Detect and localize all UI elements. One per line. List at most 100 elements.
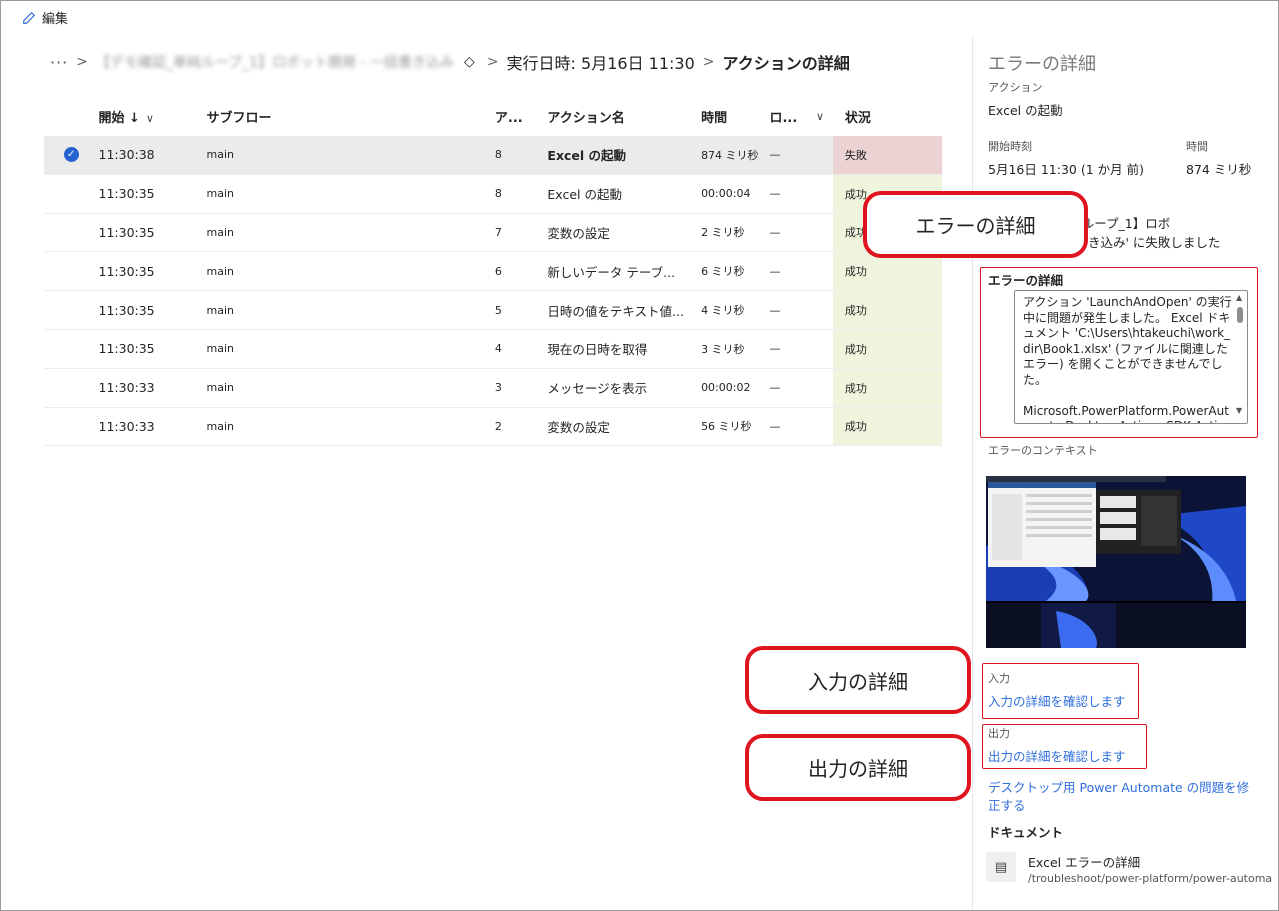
cell-action-no: 5 <box>494 303 502 317</box>
cell-action-no: 3 <box>494 381 502 395</box>
cell-action-name: 新しいデータ テーブ... <box>547 264 676 280</box>
cell-start: 11:30:35 <box>98 341 155 357</box>
error-details-panel: エラーの詳細 アクション Excel の起動 開始時刻 5月16日 11:30 … <box>972 36 1278 909</box>
cell-subflow: main <box>206 303 234 317</box>
cell-action-no: 2 <box>494 419 502 433</box>
cell-log: — <box>769 419 781 433</box>
cell-subflow: main <box>206 381 234 395</box>
header-action-name[interactable]: アクション名 <box>547 107 701 126</box>
header-duration[interactable]: 時間 <box>701 107 769 126</box>
table-row[interactable]: 11:30:35 main 5 日時の値をテキスト値... 4 ミリ秒 — 成功 <box>44 291 942 330</box>
cell-log: — <box>769 225 781 239</box>
table-row[interactable]: 11:30:35 main 6 新しいデータ テーブ... 6 ミリ秒 — 成功 <box>44 252 942 292</box>
cell-start: 11:30:33 <box>98 418 155 434</box>
cell-action-no: 8 <box>494 187 502 201</box>
cell-status: 成功 <box>832 291 942 329</box>
cell-log: — <box>769 303 781 317</box>
highlight-input <box>982 663 1139 719</box>
chevron-down-icon[interactable]: ∨ <box>146 112 154 125</box>
table-row[interactable]: 11:30:35 main 7 変数の設定 2 ミリ秒 — 成功 <box>44 213 942 253</box>
cell-log: — <box>769 187 781 201</box>
highlight-error-details <box>980 267 1258 438</box>
fix-issues-link[interactable]: デスクトップ用 Power Automate の問題を修正する <box>988 779 1258 815</box>
cell-action-name: メッセージを表示 <box>547 381 648 397</box>
cell-duration: 4 ミリ秒 <box>701 304 745 318</box>
cell-action-name: Excel の起動 <box>547 148 627 164</box>
cell-duration: 00:00:04 <box>701 187 751 201</box>
doc-title[interactable]: Excel エラーの詳細 <box>1028 852 1140 871</box>
cell-action-name: Excel の起動 <box>547 187 622 203</box>
callout-input-details: 入力の詳細 <box>745 646 971 714</box>
cell-duration: 56 ミリ秒 <box>701 420 752 434</box>
more-icon[interactable]: ··· <box>50 53 68 72</box>
cell-status: 成功 <box>832 329 942 368</box>
checkmark-icon[interactable]: ✓ <box>63 147 79 163</box>
callout-error-details: エラーの詳細 <box>863 191 1088 258</box>
cell-action-no: 7 <box>494 225 502 239</box>
premium-icon: ◇ <box>464 54 475 70</box>
chevron-down-icon[interactable]: ∨ <box>816 110 824 123</box>
cell-action-name: 変数の設定 <box>547 419 610 435</box>
cell-status: 成功 <box>832 407 942 446</box>
header-action-no[interactable]: ア... <box>495 107 548 126</box>
breadcrumb-flow-name[interactable]: 【デモ確認_単純ループ_1】ロボット開発 - 一括書き込み <box>96 52 454 72</box>
action-value: Excel の起動 <box>988 103 1063 118</box>
cell-start: 11:30:38 <box>98 147 155 163</box>
cell-start: 11:30:35 <box>98 263 155 279</box>
cell-status: 成功 <box>832 368 942 407</box>
table-row[interactable]: 11:30:33 main 3 メッセージを表示 00:00:02 — 成功 <box>44 368 942 408</box>
duration-label: 時間 <box>1186 140 1208 153</box>
cell-action-name: 日時の値をテキスト値... <box>547 303 684 319</box>
cell-log: — <box>769 148 781 162</box>
error-context-screenshot[interactable] <box>986 476 1246 648</box>
cell-start: 11:30:35 <box>98 224 155 240</box>
header-subflow[interactable]: サブフロー <box>207 107 495 126</box>
cell-log: — <box>769 264 781 278</box>
chevron-right-icon: > <box>702 54 715 70</box>
cell-action-no: 8 <box>494 148 502 162</box>
highlight-output <box>982 724 1147 769</box>
cell-duration: 6 ミリ秒 <box>701 265 745 279</box>
table-row[interactable]: ✓ 11:30:38 main 8 Excel の起動 874 ミリ秒 — 失敗 <box>44 136 942 175</box>
cell-action-no: 6 <box>494 264 502 278</box>
breadcrumb: ··· > 【デモ確認_単純ループ_1】ロボット開発 - 一括書き込み ◇ > … <box>50 50 850 74</box>
breadcrumb-current: アクションの詳細 <box>722 54 850 73</box>
cell-subflow: main <box>206 187 234 201</box>
cell-subflow: main <box>206 225 234 239</box>
header-start[interactable]: 開始 ↓ ∨ <box>99 107 207 126</box>
action-table: 開始 ↓ ∨ サブフロー ア... アクション名 時間 ロ... ∨ 状況 ✓ 1… <box>44 96 942 447</box>
cell-action-no: 4 <box>494 342 502 356</box>
pencil-icon <box>23 11 36 24</box>
cell-subflow: main <box>206 148 234 162</box>
callout-output-details: 出力の詳細 <box>745 734 971 801</box>
cell-start: 11:30:35 <box>98 302 155 318</box>
cell-status: 失敗 <box>832 136 942 174</box>
cell-subflow: main <box>206 264 234 278</box>
cell-action-name: 変数の設定 <box>547 225 610 241</box>
cell-log: — <box>769 381 781 395</box>
chevron-right-icon: > <box>486 54 499 70</box>
chevron-right-icon: > <box>76 54 88 70</box>
cell-log: — <box>769 342 781 356</box>
breadcrumb-run-time[interactable]: 実行日時: 5月16日 11:30 <box>507 50 695 74</box>
doc-url[interactable]: /troubleshoot/power-platform/power-autom… <box>1028 872 1272 885</box>
cell-duration: 00:00:02 <box>701 381 751 395</box>
document-icon: ▤ <box>986 852 1016 882</box>
panel-title: エラーの詳細 <box>988 54 1096 75</box>
edit-button[interactable]: 編集 <box>22 8 68 27</box>
edit-label: 編集 <box>42 12 69 27</box>
cell-subflow: main <box>206 419 234 433</box>
header-status[interactable]: 状況 <box>833 96 942 136</box>
documents-label: ドキュメント <box>988 825 1064 840</box>
table-row[interactable]: 11:30:35 main 4 現在の日時を取得 3 ミリ秒 — 成功 <box>44 329 942 369</box>
cell-subflow: main <box>206 342 234 356</box>
table-row[interactable]: 11:30:35 main 8 Excel の起動 00:00:04 — 成功 <box>44 174 942 214</box>
cell-duration: 874 ミリ秒 <box>701 148 759 162</box>
cell-duration: 2 ミリ秒 <box>701 226 745 240</box>
start-value: 5月16日 11:30 (1 か月 前) <box>988 162 1144 177</box>
cell-start: 11:30:35 <box>98 186 155 202</box>
table-row[interactable]: 11:30:33 main 2 変数の設定 56 ミリ秒 — 成功 <box>44 407 942 447</box>
start-label: 開始時刻 <box>988 140 1032 153</box>
cell-duration: 3 ミリ秒 <box>701 342 745 356</box>
cell-action-name: 現在の日時を取得 <box>547 342 648 358</box>
